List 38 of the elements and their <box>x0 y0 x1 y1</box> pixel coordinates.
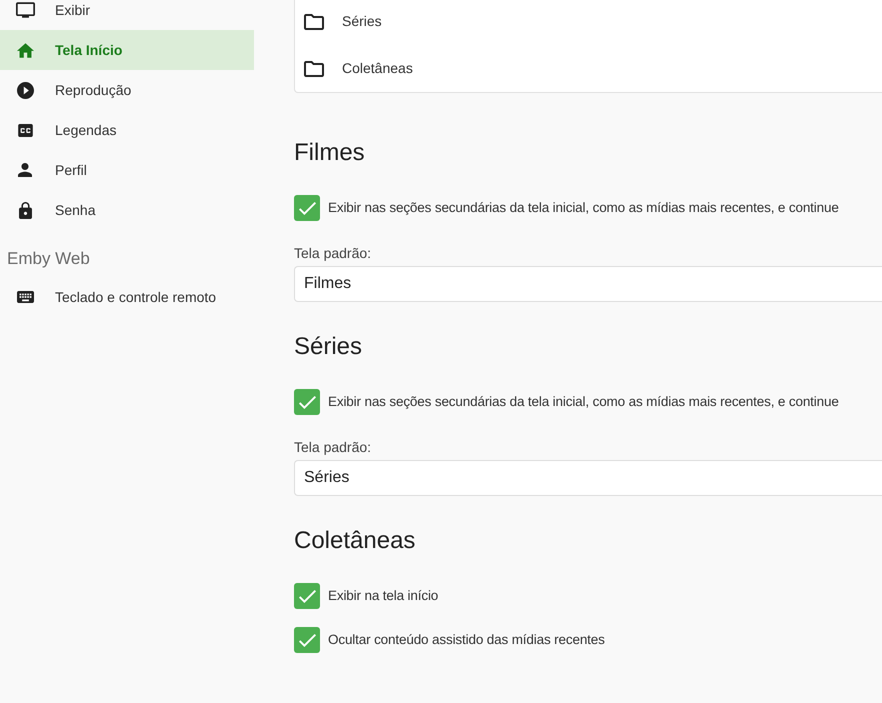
folder-icon <box>304 14 324 30</box>
section-heading: Séries <box>294 332 364 362</box>
sidebar-item[interactable]: Exibir <box>0 0 254 30</box>
keyboard-icon <box>16 291 34 303</box>
lock-icon <box>18 202 32 218</box>
sidebar-item[interactable]: Perfil <box>0 150 254 190</box>
sidebar-item[interactable]: Tela Início <box>0 30 254 70</box>
checkmark-icon <box>298 634 316 646</box>
checkbox[interactable] <box>294 583 320 609</box>
folder-icon <box>304 60 324 76</box>
checkbox-label: Ocultar conteúdo assistido das mídias recentes <box>328 630 605 649</box>
checkmark-icon <box>298 202 316 214</box>
checkbox-label: Exibir nas seções secundárias da tela inicial, como as mídias mais recentes, e continue <box>328 392 839 411</box>
section-heading: Coletâneas <box>294 526 416 556</box>
checkbox-label: Exibir na tela início <box>328 586 438 605</box>
field-label: Tela padrão: <box>294 244 372 263</box>
home-icon <box>16 42 34 58</box>
sidebar-section-title: Emby Web <box>6 248 91 270</box>
checkbox[interactable] <box>294 389 320 415</box>
monitor-icon <box>16 2 34 18</box>
sidebar-item[interactable]: Legendas <box>0 110 254 150</box>
default-screen-select[interactable]: Filmes <box>294 266 882 302</box>
checkbox[interactable] <box>294 627 320 653</box>
play-icon <box>16 82 34 98</box>
library-item[interactable]: Coletâneas <box>295 45 882 92</box>
closed-captions-icon <box>18 124 32 136</box>
sidebar-item[interactable]: Reprodução <box>0 70 254 110</box>
section-heading: Filmes <box>294 138 366 168</box>
library-item[interactable]: Séries <box>295 0 882 45</box>
checkbox[interactable] <box>294 195 320 221</box>
field-label: Tela padrão: <box>294 438 372 457</box>
sidebar-item[interactable]: Senha <box>0 190 254 230</box>
checkmark-icon <box>298 590 316 602</box>
sidebar-item[interactable]: Teclado e controle remoto <box>0 277 254 317</box>
person-icon <box>18 163 32 177</box>
checkbox-label: Exibir nas seções secundárias da tela inicial, como as mídias mais recentes, e continue <box>328 198 839 217</box>
checkmark-icon <box>298 396 316 408</box>
default-screen-select[interactable]: Séries <box>294 460 882 496</box>
